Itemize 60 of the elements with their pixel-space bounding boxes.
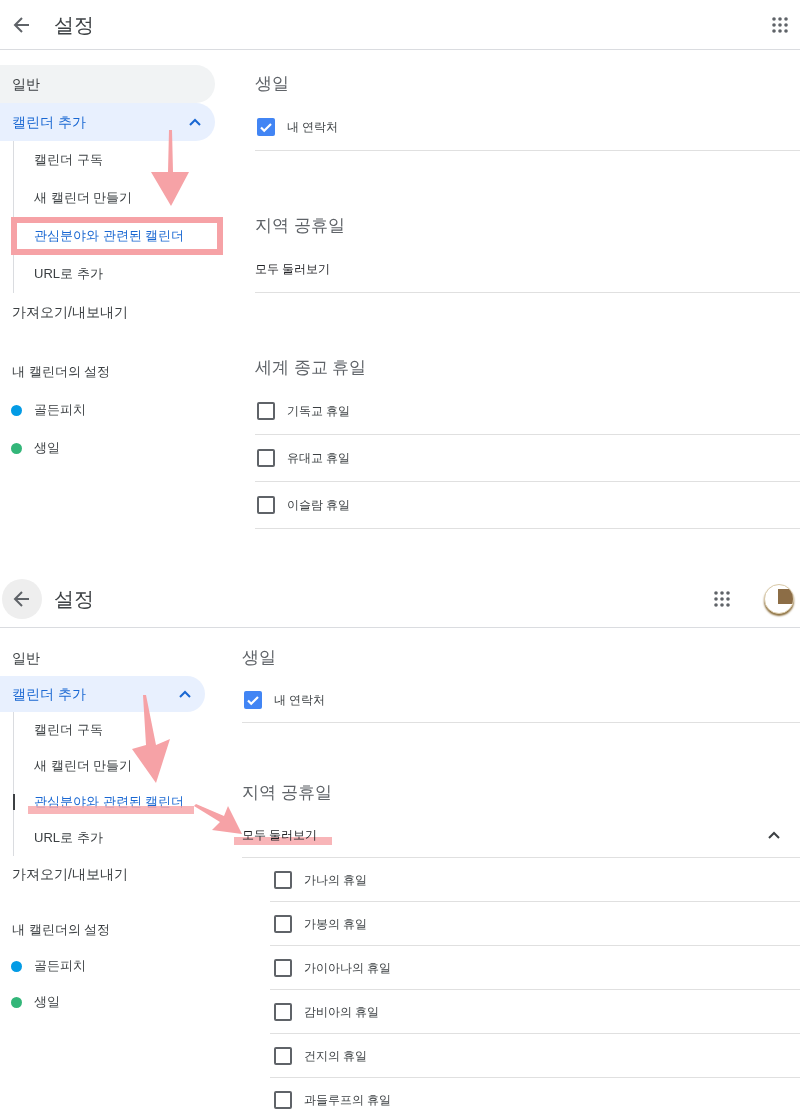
- sidebar-subitem[interactable]: 관심분야와 관련된 캘린더: [34, 226, 185, 246]
- sidebar-subitem[interactable]: 캘린더 구독: [34, 150, 103, 170]
- checkbox[interactable]: [274, 1046, 292, 1065]
- section-title: 지역 공휴일: [255, 215, 345, 238]
- page-title: 설정: [54, 586, 94, 612]
- sidebar-subitem[interactable]: 관심분야와 관련된 캘린더: [34, 792, 185, 812]
- caret-icon: [189, 118, 201, 126]
- option-label: 가나의 휴일: [304, 871, 368, 889]
- caret-icon: [768, 831, 780, 839]
- checkbox[interactable]: [257, 402, 275, 420]
- sidebar-item[interactable]: 캘린더 추가: [0, 103, 215, 141]
- section-heading: 내 캘린더의 설정: [12, 363, 111, 382]
- checkbox[interactable]: [274, 914, 292, 933]
- option-label: 내 연락처: [274, 692, 326, 709]
- section-title: 생일: [242, 647, 276, 670]
- checkbox[interactable]: [274, 870, 292, 889]
- sidebar-item[interactable]: 가져오기/내보내기: [0, 293, 215, 331]
- option-label: 가이아나의 휴일: [304, 959, 392, 977]
- sidebar-item[interactable]: 일반: [0, 65, 215, 103]
- calendar-name[interactable]: 생일: [34, 992, 60, 1012]
- page-title: 설정: [54, 12, 94, 38]
- sidebar-subitem[interactable]: 캘린더 구독: [34, 720, 103, 740]
- checkbox[interactable]: [274, 958, 292, 977]
- option-label: 기독교 휴일: [287, 403, 351, 420]
- sidebar-subitem[interactable]: 새 캘린더 만들기: [34, 188, 133, 208]
- sidebar-subitem[interactable]: 새 캘린더 만들기: [34, 756, 133, 776]
- sidebar-item[interactable]: 캘린더 추가: [0, 676, 205, 712]
- section-title: 지역 공휴일: [242, 782, 332, 805]
- sidebar-item[interactable]: 일반: [0, 640, 205, 676]
- back-button[interactable]: [12, 14, 32, 35]
- checkbox[interactable]: [244, 691, 262, 709]
- caret-icon: [179, 690, 191, 698]
- checkbox[interactable]: [257, 118, 275, 136]
- avatar[interactable]: [764, 583, 794, 614]
- section-title: 세계 종교 휴일: [255, 357, 367, 380]
- section-heading: 내 캘린더의 설정: [12, 921, 111, 940]
- back-arrow-icon: [13, 589, 31, 608]
- expander-row[interactable]: 모두 둘러보기: [255, 246, 800, 293]
- section-title: 생일: [255, 73, 289, 96]
- back-button[interactable]: [2, 578, 42, 619]
- sidebar-subitem[interactable]: URL로 추가: [34, 828, 103, 848]
- calendar-name[interactable]: 골든피치: [34, 400, 86, 420]
- checkbox[interactable]: [274, 1002, 292, 1021]
- checkbox[interactable]: [274, 1090, 292, 1109]
- expander-row[interactable]: 모두 둘러보기: [242, 813, 800, 858]
- option-label: 이슬람 휴일: [287, 497, 351, 514]
- option-label: 감비아의 휴일: [304, 1003, 380, 1021]
- calendar-name[interactable]: 골든피치: [34, 956, 86, 976]
- option-label: 건지의 휴일: [304, 1047, 368, 1065]
- checkbox[interactable]: [257, 449, 275, 467]
- checkbox[interactable]: [257, 496, 275, 514]
- calendar-name[interactable]: 생일: [34, 438, 60, 458]
- sidebar-item[interactable]: 가져오기/내보내기: [0, 856, 205, 892]
- sidebar-subitem[interactable]: URL로 추가: [34, 264, 103, 284]
- option-label: 유대교 휴일: [287, 450, 351, 467]
- option-label: 내 연락처: [287, 119, 339, 136]
- option-label: 과들루프의 휴일: [304, 1091, 392, 1109]
- apps-icon[interactable]: [772, 16, 788, 33]
- option-label: 가봉의 휴일: [304, 915, 368, 933]
- apps-icon[interactable]: [714, 590, 730, 607]
